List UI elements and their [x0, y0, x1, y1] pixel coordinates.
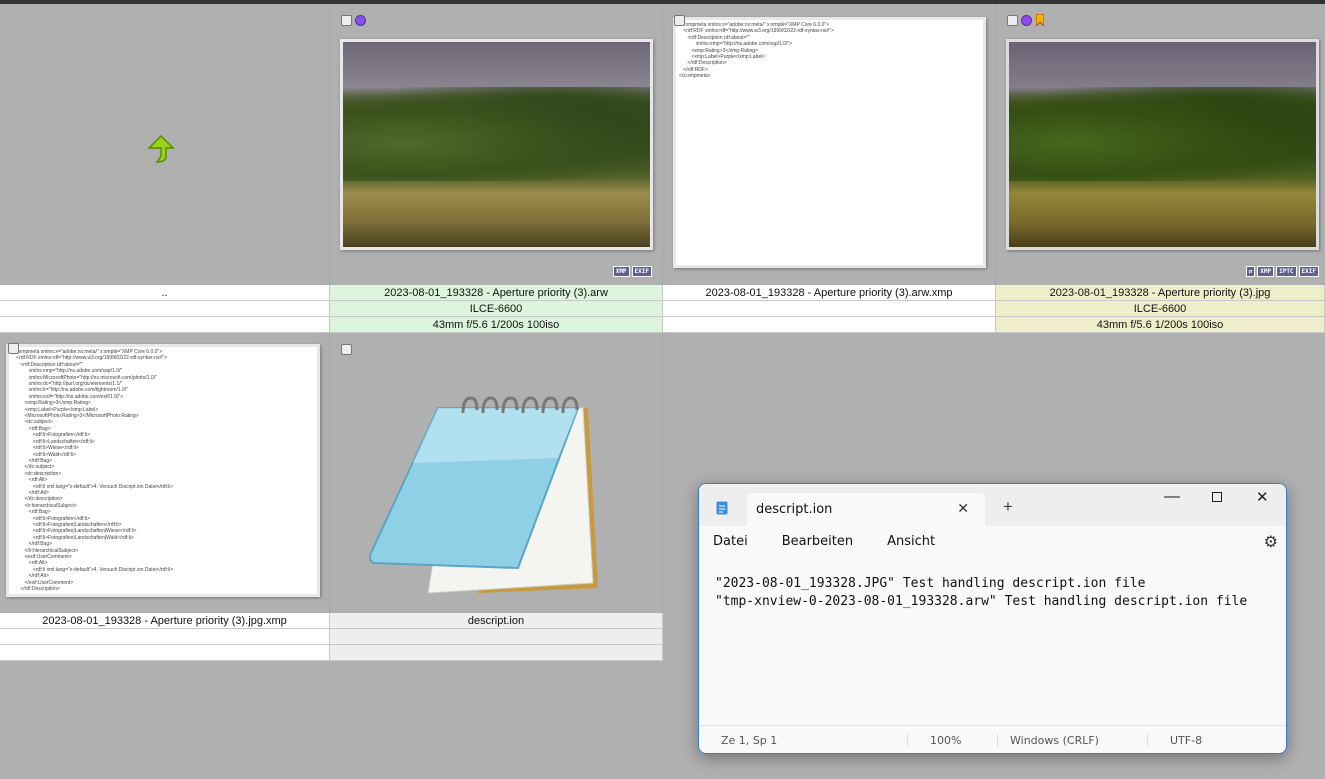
minimize-icon[interactable]: — — [1164, 488, 1180, 506]
photo-thumbnail — [1006, 39, 1319, 250]
close-window-icon[interactable]: ✕ — [1256, 488, 1269, 506]
tab-title: descript.ion — [756, 502, 833, 517]
xmp-badge-icon: XMP — [612, 266, 630, 277]
menu-bar: Datei Bearbeiten Ansicht ⚙ — [699, 526, 1286, 556]
item-line3 — [0, 317, 330, 333]
item-name: .. — [0, 285, 330, 301]
bookmark-icon — [1036, 14, 1044, 26]
item-line2 — [0, 629, 330, 645]
xmp-preview: <x:xmpmeta xmlns:x="adobe:ns:meta/" x:xm… — [6, 344, 320, 597]
notepad-icon — [368, 396, 598, 594]
thumb-arw[interactable]: XMP EXIF — [330, 4, 663, 285]
new-tab-icon[interactable]: + — [1003, 497, 1013, 517]
menu-ansicht[interactable]: Ansicht — [887, 534, 935, 549]
title-bar[interactable]: descript.ion ✕ + — ✕ — [699, 484, 1286, 526]
maximize-icon[interactable] — [1212, 492, 1222, 502]
item-exposure: 43mm f/5.6 1/200s 100iso — [330, 317, 663, 333]
line-ending: Windows (CRLF) — [997, 734, 1147, 747]
thumb-parent-folder[interactable] — [0, 4, 330, 285]
item-line3 — [0, 645, 330, 661]
exif-badge-icon: EXIF — [631, 266, 652, 277]
xmp-badge-icon: XMP — [1257, 266, 1275, 277]
thumb-jpg[interactable]: ⇄ XMP IPTC EXIF — [996, 4, 1325, 285]
thumb-descript-ion[interactable] — [330, 333, 663, 613]
item-line3 — [663, 317, 996, 333]
item-name: 2023-08-01_193328 - Aperture priority (3… — [663, 285, 996, 301]
link-icon: ⇄ — [1245, 266, 1256, 277]
item-name: 2023-08-01_193328 - Aperture priority (3… — [996, 285, 1325, 301]
up-arrow-icon — [147, 134, 175, 163]
close-tab-icon[interactable]: ✕ — [957, 493, 969, 526]
photo-thumbnail — [340, 39, 653, 250]
notepad-window[interactable]: descript.ion ✕ + — ✕ Datei Bearbeiten An… — [698, 483, 1287, 754]
menu-bearbeiten[interactable]: Bearbeiten — [782, 534, 853, 549]
item-name: descript.ion — [330, 613, 663, 629]
item-name: 2023-08-01_193328 - Aperture priority (3… — [0, 613, 330, 629]
xmp-preview: <x:xmpmeta xmlns:x="adobe:ns:meta/" x:xm… — [673, 17, 986, 268]
item-camera: ILCE-6600 — [996, 301, 1325, 317]
item-name: 2023-08-01_193328 - Aperture priority (3… — [330, 285, 663, 301]
cursor-position: Ze 1, Sp 1 — [721, 734, 778, 747]
text-editor[interactable]: "2023-08-01_193328.JPG" Test handling de… — [699, 556, 1286, 725]
purple-label-icon — [1021, 15, 1032, 26]
item-line2 — [330, 629, 663, 645]
iptc-badge-icon: IPTC — [1276, 266, 1297, 277]
purple-label-icon — [355, 15, 366, 26]
item-exposure: 43mm f/5.6 1/200s 100iso — [996, 317, 1325, 333]
item-camera: ILCE-6600 — [330, 301, 663, 317]
select-checkbox[interactable] — [341, 344, 352, 355]
settings-gear-icon[interactable]: ⚙ — [1264, 532, 1278, 551]
item-line3 — [330, 645, 663, 661]
zoom-level: 100% — [907, 734, 997, 747]
thumb-jpg-xmp[interactable]: <x:xmpmeta xmlns:x="adobe:ns:meta/" x:xm… — [0, 333, 330, 613]
item-line2 — [663, 301, 996, 317]
select-checkbox[interactable] — [1007, 15, 1018, 26]
notepad-app-icon — [716, 501, 728, 515]
item-line2 — [0, 301, 330, 317]
menu-datei[interactable]: Datei — [713, 534, 748, 549]
status-bar: Ze 1, Sp 1 100% Windows (CRLF) UTF-8 — [699, 725, 1286, 753]
thumb-arw-xmp[interactable]: <x:xmpmeta xmlns:x="adobe:ns:meta/" x:xm… — [663, 4, 996, 285]
select-checkbox[interactable] — [341, 15, 352, 26]
select-checkbox[interactable] — [674, 15, 685, 26]
select-checkbox[interactable] — [8, 343, 19, 354]
exif-badge-icon: EXIF — [1298, 266, 1319, 277]
tab-descript-ion[interactable]: descript.ion ✕ — [747, 493, 985, 526]
encoding: UTF-8 — [1147, 734, 1202, 747]
